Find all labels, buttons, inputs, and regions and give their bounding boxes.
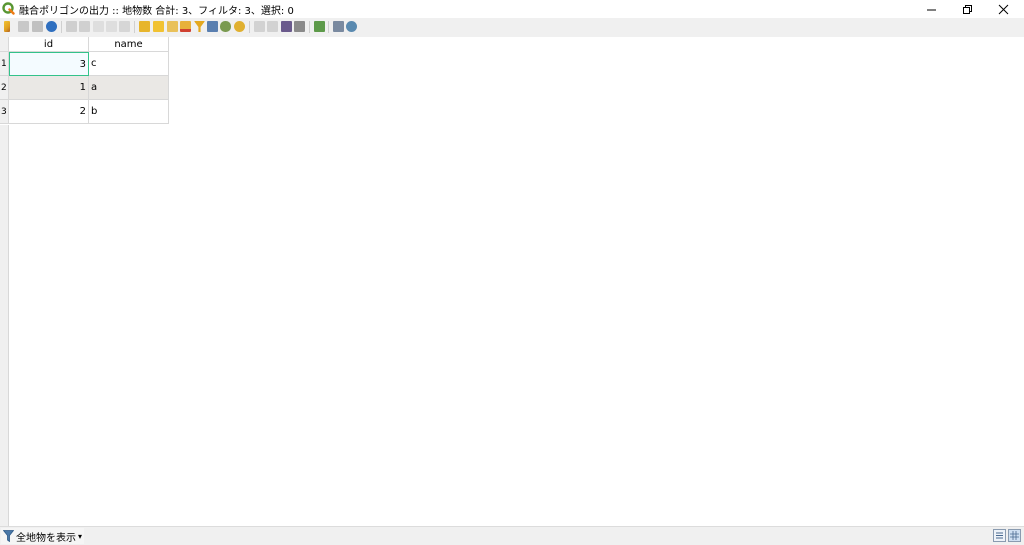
select-all-icon[interactable]: [153, 21, 164, 32]
table-cell-id[interactable]: 1: [9, 76, 89, 100]
select-by-expression-icon[interactable]: [139, 21, 150, 32]
minimize-icon: [926, 9, 936, 10]
column-header-name[interactable]: name: [89, 37, 169, 52]
zoom-to-selection-icon[interactable]: [234, 21, 245, 32]
table-corner-button[interactable]: [0, 37, 9, 52]
actions-icon[interactable]: [314, 21, 325, 32]
edit-pencil-icon[interactable]: [4, 21, 10, 32]
deselect-all-icon[interactable]: [180, 21, 191, 32]
dock-icon[interactable]: [333, 21, 344, 32]
toolbar-separator: [249, 21, 250, 33]
delete-feature-icon[interactable]: [79, 21, 90, 32]
save-edits-icon[interactable]: [32, 21, 43, 32]
table-cell-id[interactable]: 3: [9, 52, 89, 76]
row-header-strip: [0, 125, 9, 526]
form-view-icon: [996, 532, 1003, 539]
filter-icon[interactable]: [194, 21, 205, 32]
table-cell-name[interactable]: c: [89, 52, 169, 76]
toolbar-separator: [309, 21, 310, 33]
cut-icon[interactable]: [93, 21, 104, 32]
chevron-down-icon: ▾: [78, 531, 83, 541]
table-cell-id[interactable]: 2: [9, 100, 89, 124]
close-button[interactable]: [986, 0, 1020, 18]
table-cell-name[interactable]: a: [89, 76, 169, 100]
feature-filter-label: 全地物を表示: [16, 532, 76, 544]
new-field-icon[interactable]: [254, 21, 265, 32]
row-header[interactable]: 2: [0, 76, 9, 100]
field-calculator-icon[interactable]: [281, 21, 292, 32]
restore-button[interactable]: [950, 0, 984, 18]
row-header[interactable]: 3: [0, 100, 9, 124]
feature-filter-button[interactable]: 全地物を表示 ▾: [1, 528, 85, 544]
table-view-icon: [1010, 531, 1019, 540]
bottom-bar: 全地物を表示 ▾: [0, 526, 1024, 545]
qgis-logo-icon: [2, 2, 15, 15]
attribute-table: id name 1 3 c 2 1 a 3 2 b: [0, 37, 1024, 526]
close-icon: [998, 4, 1008, 14]
row-header[interactable]: 1: [0, 52, 9, 76]
move-selection-to-top-icon[interactable]: [207, 21, 218, 32]
add-feature-icon[interactable]: [66, 21, 77, 32]
invert-selection-icon[interactable]: [167, 21, 178, 32]
restore-icon: [962, 4, 972, 14]
toolbar-separator: [61, 21, 62, 33]
reload-icon[interactable]: [46, 21, 57, 32]
toolbar-separator: [134, 21, 135, 33]
paste-icon[interactable]: [119, 21, 130, 32]
zoom-map-icon[interactable]: [346, 21, 357, 32]
pan-to-selection-icon[interactable]: [220, 21, 231, 32]
delete-field-icon[interactable]: [267, 21, 278, 32]
toolbar-separator: [328, 21, 329, 33]
multi-edit-icon[interactable]: [18, 21, 29, 32]
minimize-button[interactable]: [914, 0, 948, 18]
table-cell-name[interactable]: b: [89, 100, 169, 124]
window-title: 融合ポリゴンの出力 :: 地物数 合計: 3、フィルタ: 3、選択: 0: [19, 6, 294, 17]
form-view-button[interactable]: [993, 529, 1006, 542]
filter-icon: [3, 530, 14, 542]
copy-icon[interactable]: [106, 21, 117, 32]
table-view-button[interactable]: [1008, 529, 1021, 542]
title-bar: 融合ポリゴンの出力 :: 地物数 合計: 3、フィルタ: 3、選択: 0: [0, 0, 1024, 18]
column-header-id[interactable]: id: [9, 37, 89, 52]
conditional-formatting-icon[interactable]: [294, 21, 305, 32]
attribute-table-toolbar: [0, 18, 1024, 37]
